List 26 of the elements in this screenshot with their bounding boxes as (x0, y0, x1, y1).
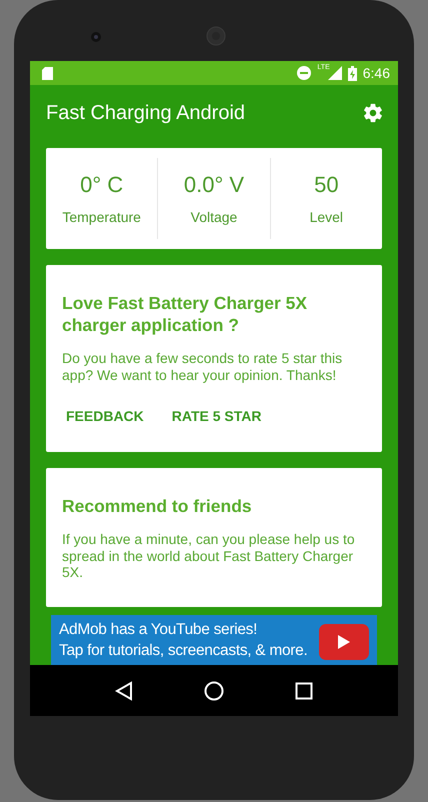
home-icon[interactable] (204, 680, 224, 700)
stat-value: 50 (314, 172, 339, 198)
sd-card-icon (42, 66, 53, 80)
ad-banner[interactable]: AdMob has a YouTube series! Tap for tutorials, screencasts, & more. (51, 615, 377, 665)
card-title: Love Fast Battery Charger 5X charger application ? (62, 292, 308, 336)
recents-icon[interactable] (294, 682, 313, 700)
stat-label: Level (310, 209, 344, 225)
do-not-disturb-icon (297, 66, 312, 80)
card-title: Recommend to friends (62, 495, 253, 517)
ad-text: Tap for tutorials, screencasts, & more. (59, 642, 308, 660)
card-message: If you have a minute, can you please help us to spread in the world about Fast Battery Charger 5X. (62, 531, 356, 580)
play-video-icon (319, 624, 369, 660)
speaker-grille-icon (206, 26, 226, 46)
settings-icon[interactable] (362, 102, 384, 124)
stat-label: Voltage (190, 209, 238, 225)
stat-value: 0° C (80, 172, 124, 198)
signal-icon (328, 66, 342, 80)
app-title: Fast Charging Android (46, 102, 246, 124)
stat-label: Temperature (62, 209, 141, 225)
battery-charging-icon (348, 66, 357, 80)
ad-text: AdMob has a YouTube series! (59, 621, 258, 639)
stat-value: 0.0° V (184, 172, 244, 198)
camera-icon (90, 31, 102, 43)
clock-time: 6:46 (362, 65, 390, 81)
card-message: Do you have a few seconds to rate 5 star this app? We want to hear your opinion. Thanks! (62, 350, 344, 383)
back-icon[interactable] (115, 680, 134, 700)
